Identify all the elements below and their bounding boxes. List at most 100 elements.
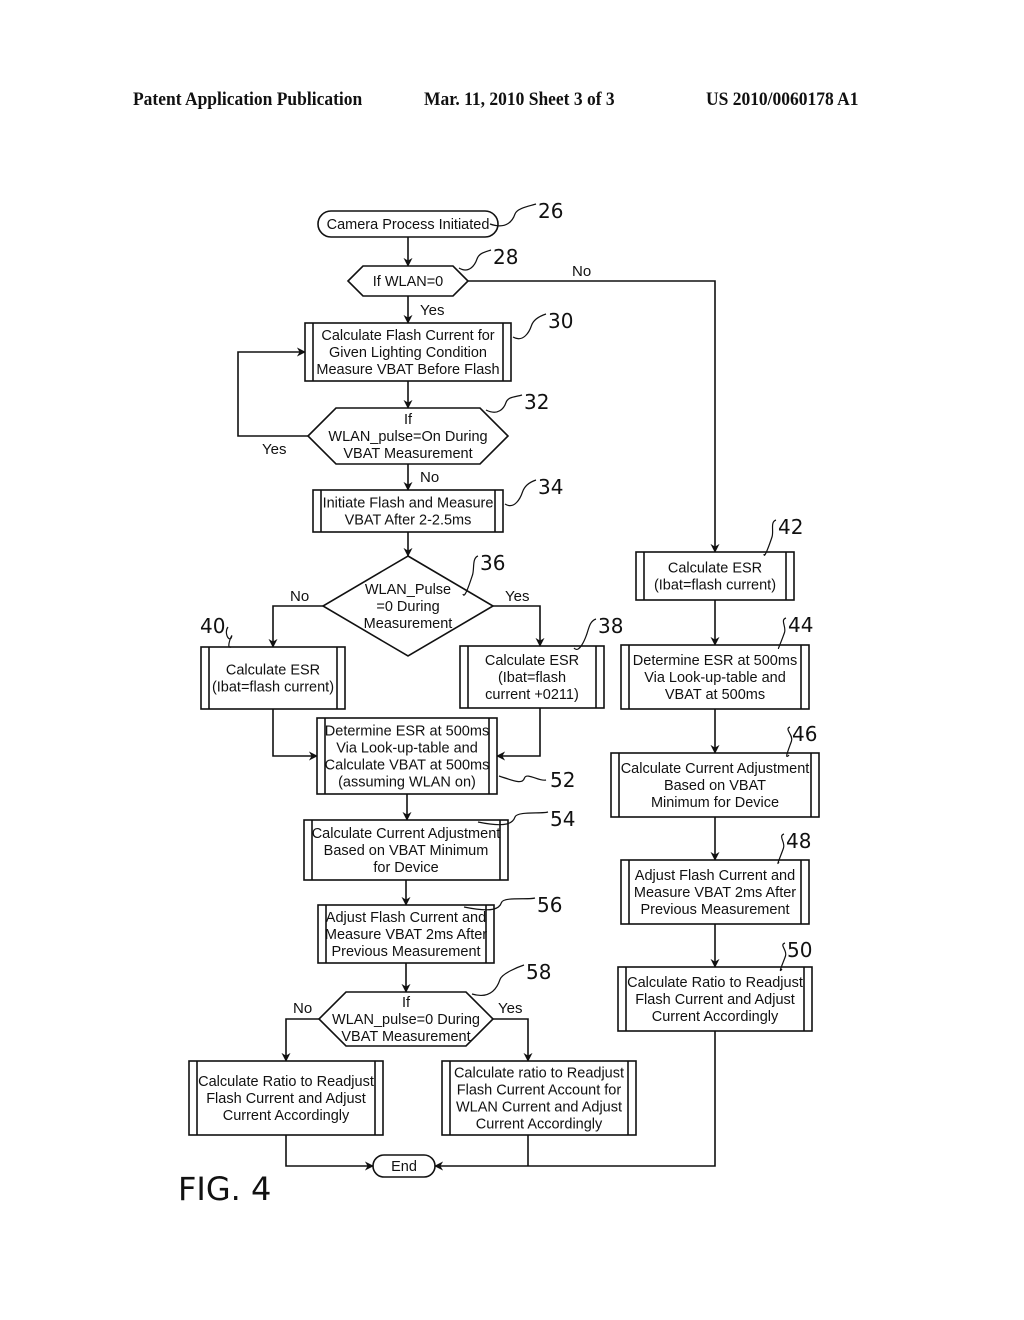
n32-text-line: WLAN_pulse=On During [328,429,487,445]
ref-numeral-52: 52 [550,768,575,792]
n44-text-line: VBAT at 500ms [665,687,765,703]
edge-label-n58-yes: Yes [498,1000,522,1017]
ref-leader-30 [512,313,547,340]
figure-label: FIG. 4 [178,1170,271,1208]
ref-numeral-46: 46 [792,722,817,746]
n54-text-line: Based on VBAT Minimum [324,843,489,859]
ref-numeral-40: 40 [200,614,225,638]
n32-text-line: If [404,412,413,428]
ref-numeral-36: 36 [480,551,505,575]
n58-text-line: VBAT Measurement [341,1029,470,1045]
ref-numeral-38: 38 [598,614,623,638]
n26-text-line: Camera Process Initiated [327,217,490,233]
nR-text-line: Flash Current Account for [457,1083,622,1099]
n56-text-line: Previous Measurement [331,944,480,960]
edge-36-40-no [268,605,323,648]
n38-text-line: (Ibat=flash [498,670,566,686]
n48-text-line: Measure VBAT 2ms After [634,885,796,901]
ref-numeral-54: 54 [550,807,575,831]
n32-text-line: VBAT Measurement [343,446,472,462]
ref-leader-28 [458,249,492,271]
n46-text-line: Minimum for Device [651,795,779,811]
edge-40-52 [272,709,318,761]
ref-numeral-50: 50 [787,938,812,962]
ref-numeral-44: 44 [788,613,813,637]
n42-text-line: Calculate ESR [668,561,762,577]
nR-text-line: Calculate ratio to Readjust [454,1066,624,1082]
n36-text-line: Measurement [364,616,453,632]
n34-text-line: Initiate Flash and Measure [323,496,494,512]
n58-text-line: If [402,995,411,1011]
ref-numeral-58: 58 [526,960,551,984]
n28-text-line: If WLAN=0 [373,274,444,290]
edge-label-n28-yes: Yes [420,302,444,319]
n50-text-line: Current Accordingly [652,1009,779,1025]
ref-leader-42 [763,519,777,556]
edge-label-n58-no: No [293,1000,312,1017]
n38-text-line: Calculate ESR [485,653,579,669]
ref-numeral-28: 28 [493,245,518,269]
end-text-line: End [391,1159,417,1175]
ref-numeral-26: 26 [538,199,563,223]
n44-text-line: Via Look-up-table and [644,670,786,686]
edge-38-52 [496,708,541,761]
ref-numeral-42: 42 [778,515,803,539]
n46-text-line: Based on VBAT [664,778,766,794]
ref-numeral-30: 30 [548,309,573,333]
n56-text-line: Adjust Flash Current and [326,910,486,926]
n52-text-line: Determine ESR at 500ms [325,724,489,740]
edge-label-n28-no: No [572,263,591,280]
ref-leader-38 [573,618,597,650]
n36-text-line: =0 During [376,599,439,615]
n30-text-line: Measure VBAT Before Flash [316,362,499,378]
ref-leader-52 [498,775,547,783]
flowchart: Camera Process Initiated 26 If WLAN=0 28 Cal… [178,199,820,1208]
ref-numeral-48: 48 [786,829,811,853]
n54-text-line: Calculate Current Adjustment [312,826,501,842]
n54-text-line: for Device [373,860,438,876]
ref-leader-48 [777,833,785,864]
nR-text-line: WLAN Current and Adjust [456,1100,622,1116]
n30-text-line: Given Lighting Condition [329,345,487,361]
n40-text-line: (Ibat=flash current) [212,680,334,696]
nL-text-line: Flash Current and Adjust [206,1091,366,1107]
edge-label-n32-yes: Yes [262,441,286,458]
nL-text-line: Current Accordingly [223,1108,350,1124]
n52-text-line: Calculate VBAT at 500ms [325,758,490,774]
n46-text-line: Calculate Current Adjustment [621,761,810,777]
ref-leader-58 [471,964,525,996]
n52-text-line: Via Look-up-table and [336,741,478,757]
n38-text-line: current +0211) [485,687,579,703]
edge-label-n36-yes: Yes [505,588,529,605]
ref-numeral-56: 56 [537,893,562,917]
n52-text-line: (assuming WLAN on) [338,775,476,791]
nL-text-line: Calculate Ratio to Readjust [198,1074,374,1090]
n50-text-line: Flash Current and Adjust [635,992,795,1008]
edge-36-38-yes [493,605,545,647]
n34-text-line: VBAT After 2-2.5ms [345,513,472,529]
nodes: Camera Process Initiated 26 If WLAN=0 28 Cal… [188,199,820,1178]
n36-text-line: WLAN_Pulse [365,582,451,598]
edge-32-30-yes [237,347,308,437]
ref-leader-32 [485,394,523,413]
n50-text-line: Calculate Ratio to Readjust [627,975,803,991]
ref-numeral-32: 32 [524,390,549,414]
edge-28-42-no [468,280,720,553]
ref-leader-44 [777,617,787,649]
n48-text-line: Previous Measurement [640,902,789,918]
n30-text-line: Calculate Flash Current for [321,328,494,344]
nR-text-line: Current Accordingly [476,1117,603,1133]
edge-58-left-no [281,1018,319,1062]
n40-text-line: Calculate ESR [226,663,320,679]
n44-text-line: Determine ESR at 500ms [633,653,797,669]
ref-leader-34 [504,479,537,507]
n42-text-line: (Ibat=flash current) [654,578,776,594]
ref-numeral-34: 34 [538,475,563,499]
edge-58-right-yes [493,1018,533,1062]
n58-text-line: WLAN_pulse=0 During [332,1012,480,1028]
edge-left-end [285,1135,374,1171]
n56-text-line: Measure VBAT 2ms After [325,927,487,943]
edge-label-n32-no: No [420,469,439,486]
n48-text-line: Adjust Flash Current and [635,868,795,884]
edge-label-n36-no: No [290,588,309,605]
